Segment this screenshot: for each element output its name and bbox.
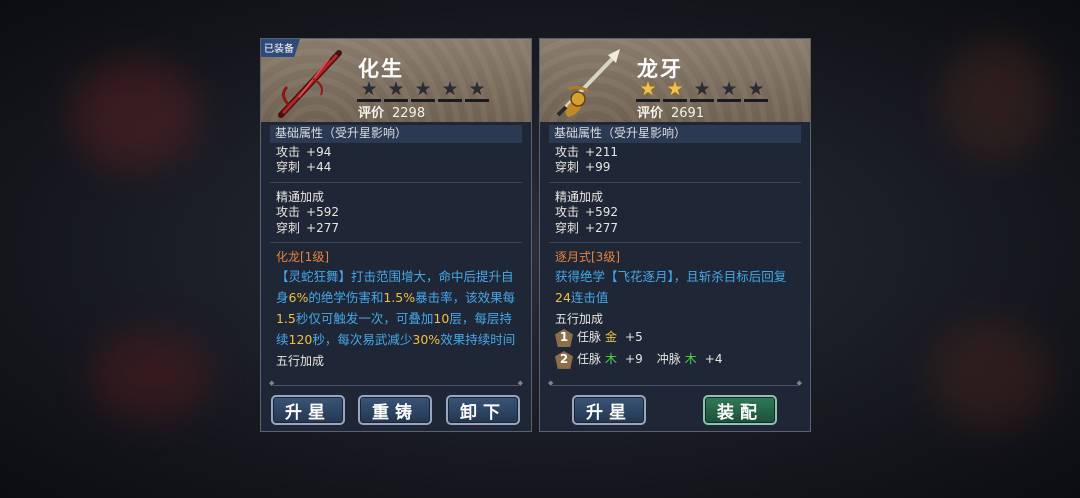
score-label: 评价	[637, 106, 664, 121]
card-details[interactable]: 基础属性（受升星影响） 攻击 +211 穿刺 +99 精通加成 攻击 +592 穿刺 +…	[549, 125, 801, 371]
skill-name: 逐月式[3级]	[555, 250, 620, 264]
base-attributes-title: 基础属性（受升星影响）	[549, 125, 801, 143]
score-label: 评价	[358, 106, 385, 121]
divider	[270, 181, 522, 183]
star-icon: ★	[636, 79, 660, 102]
stat-row: 攻击 +94	[276, 144, 332, 159]
base-attributes-title: 基础属性（受升星影响）	[270, 125, 522, 143]
stat-row: 攻击 +592	[555, 205, 618, 219]
stat-row: 攻击 +211	[555, 144, 618, 159]
score: 评价 2691	[637, 102, 704, 121]
star-icon: ★	[384, 79, 408, 102]
background-glow	[90, 330, 210, 420]
star-icon: ★	[717, 79, 741, 102]
upstar-button[interactable]: 升星	[271, 395, 345, 425]
stat-row: 穿刺 +99	[555, 160, 611, 174]
equip-button[interactable]: 装配	[703, 395, 777, 425]
upstar-button[interactable]: 升星	[572, 395, 646, 425]
star-rating: ★ ★ ★ ★ ★	[636, 79, 768, 102]
compare-weapon-card: 龙牙 ★ ★ ★ ★ ★ 评价 2691 基础属性（受升星影响） 攻击 +211 穿…	[539, 38, 811, 432]
wuxing-row: 1 任脉金 +5	[549, 327, 801, 349]
score-value: 2298	[392, 106, 426, 121]
star-icon: ★	[438, 79, 462, 102]
mastery-title: 精通加成	[276, 189, 325, 204]
unequip-button[interactable]: 卸下	[446, 395, 520, 425]
star-icon: ★	[357, 79, 381, 102]
stat-row: 穿刺 +277	[555, 220, 618, 235]
scroll-fade	[540, 367, 810, 385]
stat-row: 穿刺 +44	[276, 160, 332, 174]
divider	[549, 242, 801, 243]
equipped-weapon-card: 已装备 化生 ★ ★ ★ ★ ★ 评价 2298 基础属性（受升星影响） 攻击 +9…	[260, 38, 532, 432]
star-icon: ★	[663, 79, 687, 102]
weapon-icon	[556, 49, 620, 117]
star-icon: ★	[411, 79, 435, 102]
level-badge-icon: 1	[555, 329, 573, 347]
background-glow	[70, 60, 200, 170]
skill-description: 【灵蛇狂舞】打击范围增大，命中后提升自身6%的绝学伤害和1.5%暴击率，该效果每…	[276, 268, 516, 347]
divider	[549, 181, 801, 183]
divider	[270, 242, 522, 243]
mastery-title: 精通加成	[555, 189, 604, 204]
star-icon: ★	[690, 79, 714, 102]
star-icon: ★	[744, 79, 768, 102]
skill-description: 获得绝学【飞花逐月】，且斩杀目标后回复24连击值	[555, 268, 787, 305]
skill-name: 化龙[1级]	[276, 250, 329, 264]
star-rating: ★ ★ ★ ★ ★	[357, 79, 489, 102]
equipped-tag: 已装备	[261, 39, 300, 57]
score: 评价 2298	[358, 102, 425, 121]
scroll-fade	[261, 367, 531, 385]
background-glow	[940, 40, 1050, 160]
recast-button[interactable]: 重铸	[358, 395, 432, 425]
score-value: 2691	[671, 106, 705, 121]
wuxing-title: 五行加成	[555, 311, 604, 326]
stat-row: 穿刺 +277	[276, 220, 339, 235]
scrollbar[interactable]	[269, 379, 523, 387]
card-details[interactable]: 基础属性（受升星影响） 攻击 +94 穿刺 +44 精通加成 攻击 +592 穿刺 +2…	[270, 125, 522, 369]
stat-row: 攻击 +592	[276, 205, 339, 219]
background-glow	[930, 320, 1050, 430]
scrollbar[interactable]	[548, 379, 802, 387]
star-icon: ★	[465, 79, 489, 102]
